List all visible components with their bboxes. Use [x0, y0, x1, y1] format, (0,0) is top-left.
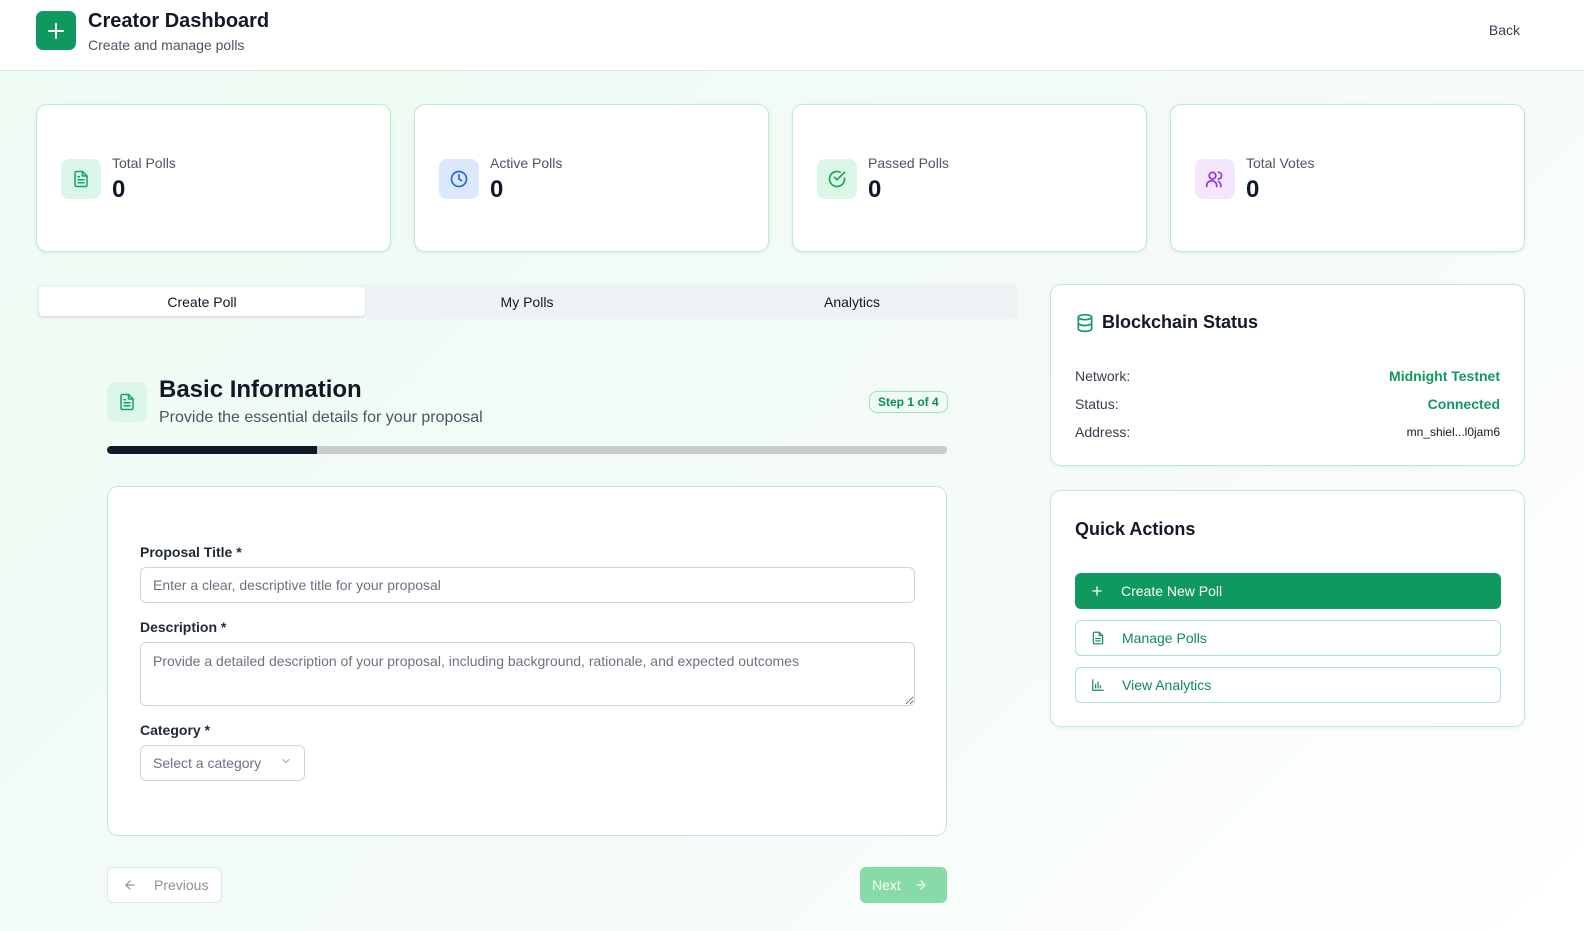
stat-card-total-polls: Total Polls 0: [36, 104, 391, 252]
bar-chart-icon: [1090, 677, 1106, 693]
stat-value: 0: [490, 176, 504, 203]
manage-polls-label: Manage Polls: [1122, 630, 1207, 646]
chevron-down-icon: [280, 754, 292, 772]
address-label: Address:: [1075, 424, 1131, 440]
clock-icon: [439, 159, 479, 199]
page-title: Creator Dashboard: [88, 10, 270, 32]
step-badge: Step 1 of 4: [869, 391, 948, 413]
create-new-poll-label: Create New Poll: [1121, 583, 1223, 599]
step-progress-bar: [107, 446, 947, 454]
stat-label: Total Votes: [1246, 155, 1315, 171]
stat-card-total-votes: Total Votes 0: [1170, 104, 1525, 252]
status-value: Connected: [1427, 396, 1500, 412]
view-analytics-button[interactable]: View Analytics: [1075, 667, 1501, 703]
category-select-value: Select a category: [153, 755, 262, 771]
check-circle-icon: [817, 159, 857, 199]
page-subtitle: Create and manage polls: [88, 37, 245, 53]
basic-info-form: Proposal Title * Description * Category …: [107, 486, 947, 836]
stat-label: Total Polls: [112, 155, 176, 171]
users-icon: [1195, 159, 1235, 199]
stat-label: Active Polls: [490, 155, 563, 171]
next-label: Next: [872, 877, 901, 893]
back-button[interactable]: Back: [1483, 20, 1526, 40]
stat-value: 0: [1246, 176, 1260, 203]
tab-bar: Create Poll My Polls Analytics: [36, 284, 1018, 319]
document-icon: [61, 159, 101, 199]
category-label: Category *: [140, 722, 211, 738]
previous-label: Previous: [154, 877, 209, 893]
network-label: Network:: [1075, 368, 1131, 384]
app-header: Creator Dashboard Create and manage poll…: [0, 0, 1584, 71]
description-textarea[interactable]: [140, 642, 915, 706]
stat-value: 0: [112, 176, 126, 203]
proposal-title-label: Proposal Title *: [140, 544, 242, 560]
next-button[interactable]: Next: [860, 867, 947, 903]
arrow-right-icon: [913, 877, 929, 893]
step-progress-fill: [107, 446, 317, 454]
quick-actions-card: Quick Actions Create New Poll Manage Pol…: [1050, 490, 1525, 727]
document-icon: [1090, 630, 1106, 646]
quick-actions-title: Quick Actions: [1075, 519, 1196, 539]
arrow-left-icon: [122, 877, 138, 893]
description-label: Description *: [140, 619, 227, 635]
stat-value: 0: [868, 176, 882, 203]
previous-button[interactable]: Previous: [107, 867, 222, 903]
tab-create-poll[interactable]: Create Poll: [39, 287, 365, 316]
proposal-title-input[interactable]: [140, 567, 915, 603]
stat-card-active-polls: Active Polls 0: [414, 104, 769, 252]
tab-my-polls[interactable]: My Polls: [364, 287, 690, 316]
stat-card-passed-polls: Passed Polls 0: [792, 104, 1147, 252]
blockchain-status-card: Blockchain Status Network: Midnight Test…: [1050, 284, 1525, 466]
create-new-poll-button[interactable]: Create New Poll: [1075, 573, 1501, 609]
network-value: Midnight Testnet: [1389, 368, 1500, 384]
blockchain-status-title: Blockchain Status: [1102, 312, 1259, 332]
manage-polls-button[interactable]: Manage Polls: [1075, 620, 1501, 656]
step-subtitle: Provide the essential details for your p…: [159, 409, 483, 426]
address-value: mn_shiel...l0jam6: [1406, 425, 1500, 439]
database-icon: [1075, 313, 1095, 338]
view-analytics-label: View Analytics: [1122, 677, 1212, 693]
category-select[interactable]: Select a category: [140, 745, 305, 781]
plus-logo-icon: [36, 11, 76, 50]
plus-icon: [1089, 583, 1105, 599]
document-icon: [107, 382, 147, 422]
status-label: Status:: [1075, 396, 1119, 412]
tab-analytics[interactable]: Analytics: [689, 287, 1015, 316]
step-title: Basic Information: [159, 376, 362, 403]
stat-label: Passed Polls: [868, 155, 949, 171]
